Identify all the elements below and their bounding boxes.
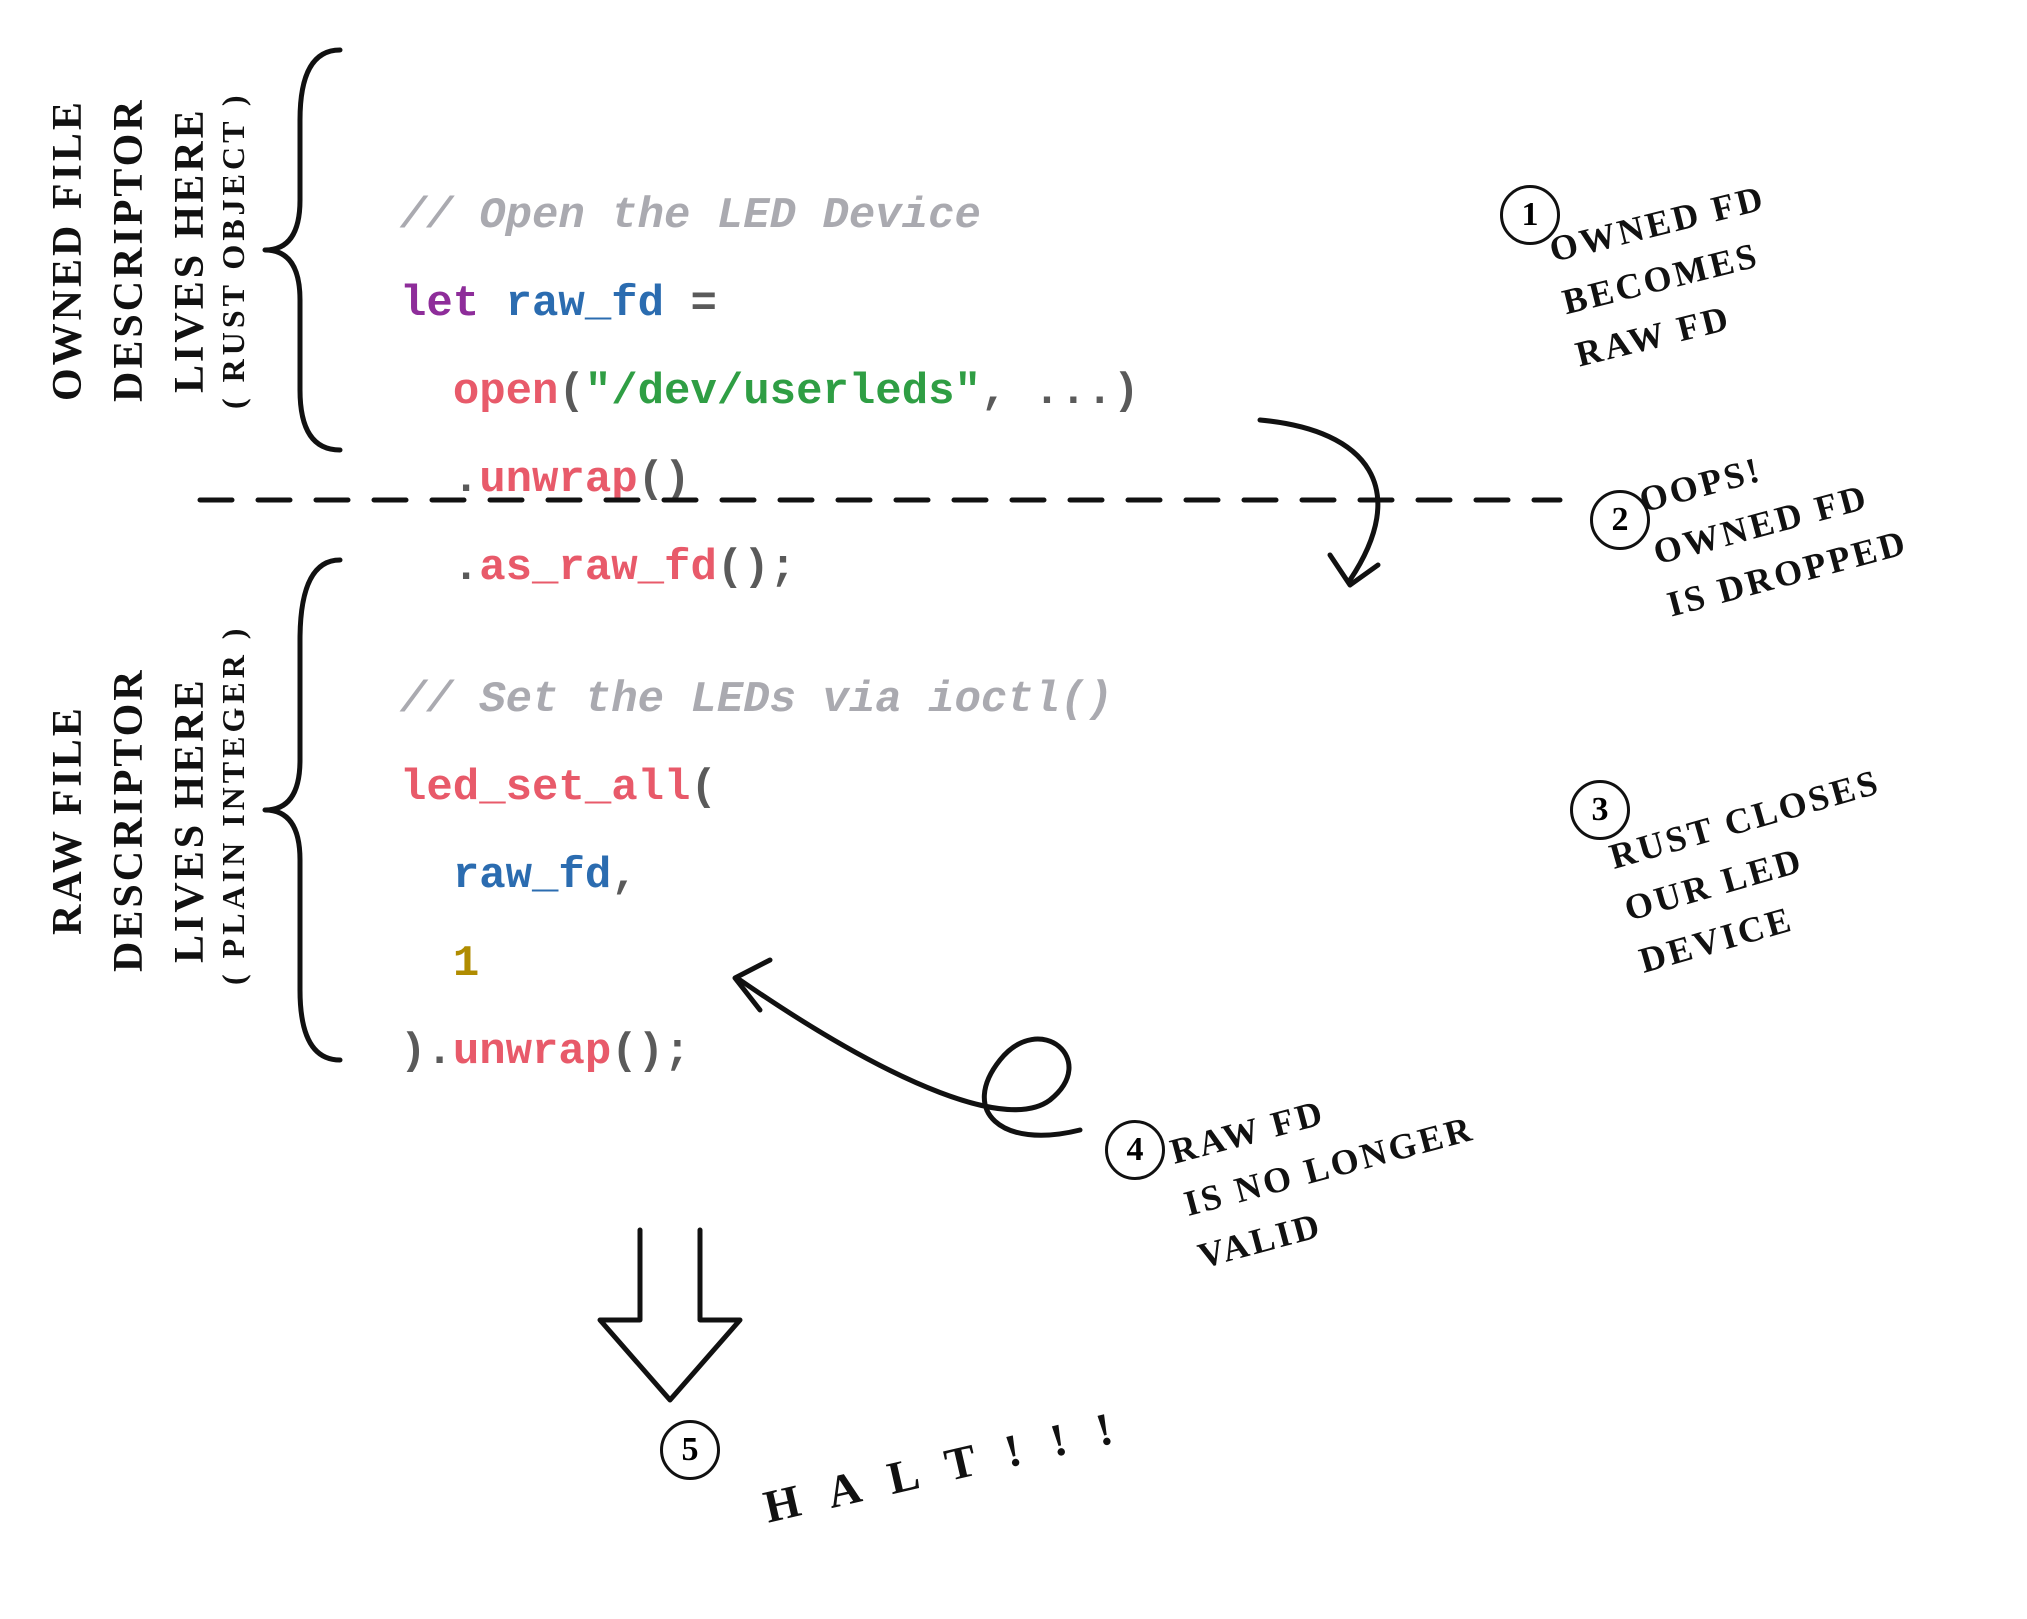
note-4: RAW FD IS NO LONGER VALID [1164,1049,1494,1283]
code-rest1: , ...) [981,367,1139,417]
label-owned-fd: OWNED FILE DESCRIPTOR LIVES HERE [38,60,221,440]
code-dot1: . [453,455,479,505]
code-rawfd-use: raw_fd [453,851,611,901]
code-open: open [453,367,559,417]
code-asrawfd: as_raw_fd [479,543,717,593]
code-dot2: . [453,543,479,593]
code-rparen2: ). [400,1027,453,1077]
code-ledsetall: led_set_all [400,763,690,813]
code-eq: = [664,279,717,329]
code-comment-set: // Set the LEDs via ioctl() [400,675,1113,725]
code-paren1: () [638,455,691,505]
code-let: let [400,279,479,329]
code-comma2: , [611,851,637,901]
brace-upper [265,50,340,450]
note-2: OOPS! OWNED FD IS DROPPED [1633,411,1914,631]
code-block: // Open the LED Device let raw_fd = open… [400,150,1139,1074]
code-lparen2: ( [690,763,716,813]
code-path: "/dev/userleds" [585,367,981,417]
note-3: RUST CLOSES OUR LED DEVICE [1603,755,1916,988]
note-1: OWNED FD BECOMES RAW FD [1544,171,1798,382]
code-one: 1 [453,939,479,989]
code-comment-open: // Open the LED Device [400,191,981,241]
note-5: H A L T ! ! ! [759,1400,1128,1534]
code-rawfd-decl: raw_fd [506,279,664,329]
note-4-number: 4 [1105,1120,1165,1180]
code-paren3: (); [611,1027,690,1077]
code-lparen1: ( [558,367,584,417]
code-unwrap1: unwrap [479,455,637,505]
label-raw-fd: RAW FILE DESCRIPTOR LIVES HERE [38,590,221,1050]
label-plain-integer: ( PLAIN INTEGER ) [215,555,252,1055]
brace-lower [265,560,340,1060]
code-paren2: (); [717,543,796,593]
label-rust-object: ( RUST OBJECT ) [215,50,252,450]
note-5-number: 5 [660,1420,720,1480]
arrow-halt [600,1230,740,1400]
arrow-owned-to-raw-head [1330,555,1378,585]
code-unwrap2: unwrap [453,1027,611,1077]
arrow-owned-to-raw [1260,420,1378,580]
